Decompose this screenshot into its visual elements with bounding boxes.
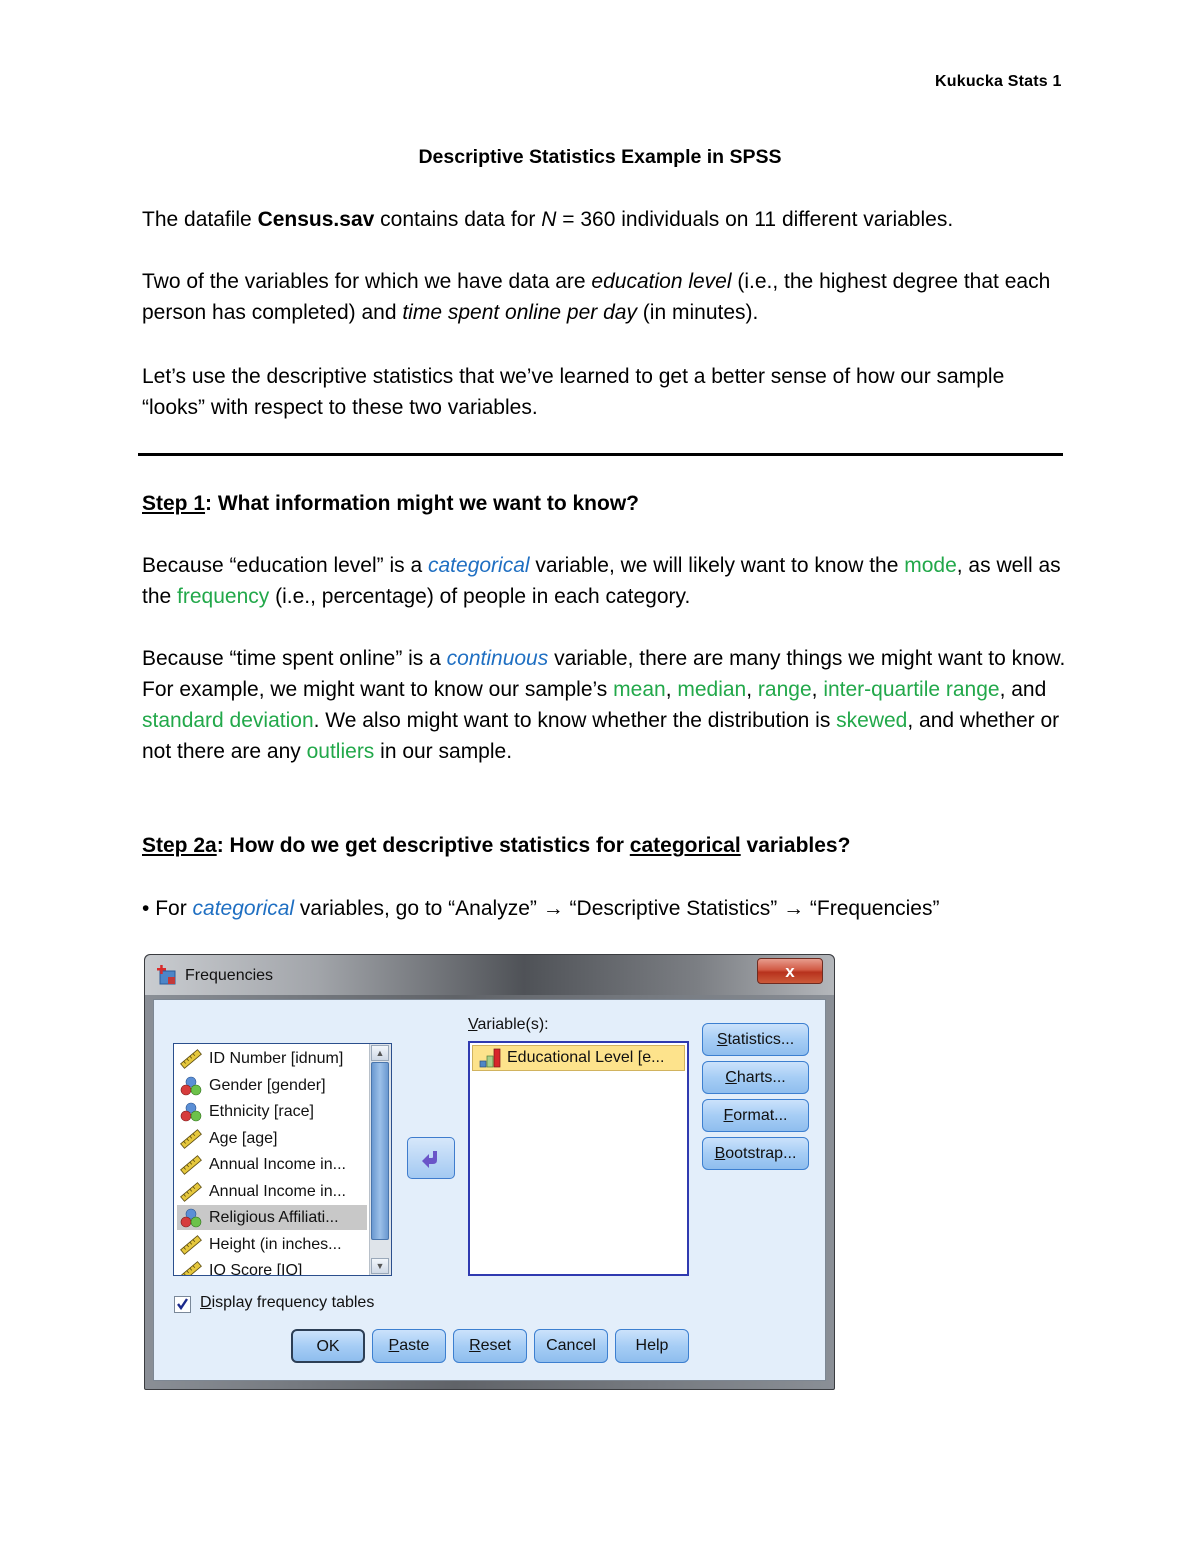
reset-button[interactable]: Reset [453,1329,527,1363]
ok-button[interactable]: OK [291,1329,365,1363]
variables-label: Variable(s): [468,1016,549,1033]
move-left-arrow-icon [422,1151,437,1168]
intro-paragraph: The datafile Census.sav contains data fo… [142,208,954,231]
instruction-bullet: • For categorical variables, go to “Anal… [142,897,940,920]
source-variable-item[interactable]: Annual Income in... [177,1152,367,1177]
frequencies-app-icon [157,965,177,985]
cancel-button[interactable]: Cancel [534,1329,608,1363]
scale-ruler-icon [180,1234,202,1255]
nominal-circles-icon [180,1208,202,1228]
dialog-titlebar[interactable]: Frequencies x [145,955,834,995]
help-button[interactable]: Help [615,1329,689,1363]
close-button[interactable]: x [757,958,823,984]
scale-ruler-icon [180,1155,202,1175]
charts-button[interactable]: Charts... [702,1061,809,1094]
selected-variables-list[interactable]: Educational Level [e... [468,1041,689,1276]
selected-variable-item[interactable]: Educational Level [e... [472,1045,685,1071]
statistics-button[interactable]: Statistics... [702,1023,809,1056]
purpose-paragraph: Let’s use the descriptive statistics tha… [142,365,1005,419]
paste-button[interactable]: Paste [372,1329,446,1363]
ordinal-bars-icon [479,1048,503,1068]
scroll-up-button[interactable]: ▲ [371,1045,389,1061]
categorical-paragraph: Because “education level” is a categoric… [142,554,1061,608]
dialog-title: Frequencies [185,967,274,984]
scroll-down-button[interactable]: ▼ [371,1258,389,1274]
continuous-paragraph: Because “time spent online” is a continu… [142,647,1066,763]
format-button[interactable]: Format... [702,1099,809,1132]
frequencies-dialog: Frequencies x ID Number [idnum] Gender [g… [144,954,835,1390]
step2a-heading: Step 2a: How do we get descriptive stati… [142,834,851,857]
document-page: Kukucka Stats 1 Descriptive Statistics E… [0,0,1200,1553]
source-list-scrollbar[interactable]: ▲ ▼ [369,1044,391,1275]
display-frequency-tables-label: Display frequency tables [200,1294,375,1311]
source-variable-item[interactable]: ID Number [idnum] [177,1046,367,1071]
running-head: Kukucka Stats 1 [935,73,1062,90]
nominal-circles-icon [180,1076,202,1096]
display-frequency-tables-checkbox[interactable] [174,1296,191,1313]
dialog-body: ID Number [idnum] Gender [gender] Ethnicit… [153,999,826,1381]
scale-ruler-icon [180,1181,202,1202]
source-variable-item[interactable]: Annual Income in... [177,1179,367,1204]
arrow-right-icon: → [542,897,564,920]
step1-heading: Step 1: What information might we want t… [142,492,639,515]
section-divider [138,453,1063,456]
nominal-circles-icon [180,1102,202,1122]
arrow-right-icon: → [783,897,805,920]
variables-paragraph: Two of the variables for which we have d… [142,270,1051,324]
scale-ruler-icon [180,1261,202,1275]
source-variable-item[interactable]: Age [age] [177,1126,367,1151]
checkmark-icon [177,1298,188,1311]
source-variable-item[interactable]: Height (in inches... [177,1232,367,1257]
document-title: Descriptive Statistics Example in SPSS [418,146,782,168]
datafile-name: Census.sav [257,208,375,231]
source-variable-list[interactable]: ID Number [idnum] Gender [gender] Ethnicit… [173,1043,392,1276]
scale-ruler-icon [180,1128,202,1149]
source-variable-item[interactable]: Religious Affiliati... [177,1205,367,1230]
source-variable-item[interactable]: Gender [gender] [177,1073,367,1098]
source-variable-item[interactable]: Ethnicity [race] [177,1099,367,1124]
source-variable-item[interactable]: IQ Score [IQ] [177,1258,367,1275]
move-variable-button[interactable] [407,1137,455,1179]
scroll-thumb[interactable] [371,1062,389,1240]
bootstrap-button[interactable]: Bootstrap... [702,1137,809,1170]
close-icon: x [785,962,795,981]
scale-ruler-icon [180,1049,202,1069]
